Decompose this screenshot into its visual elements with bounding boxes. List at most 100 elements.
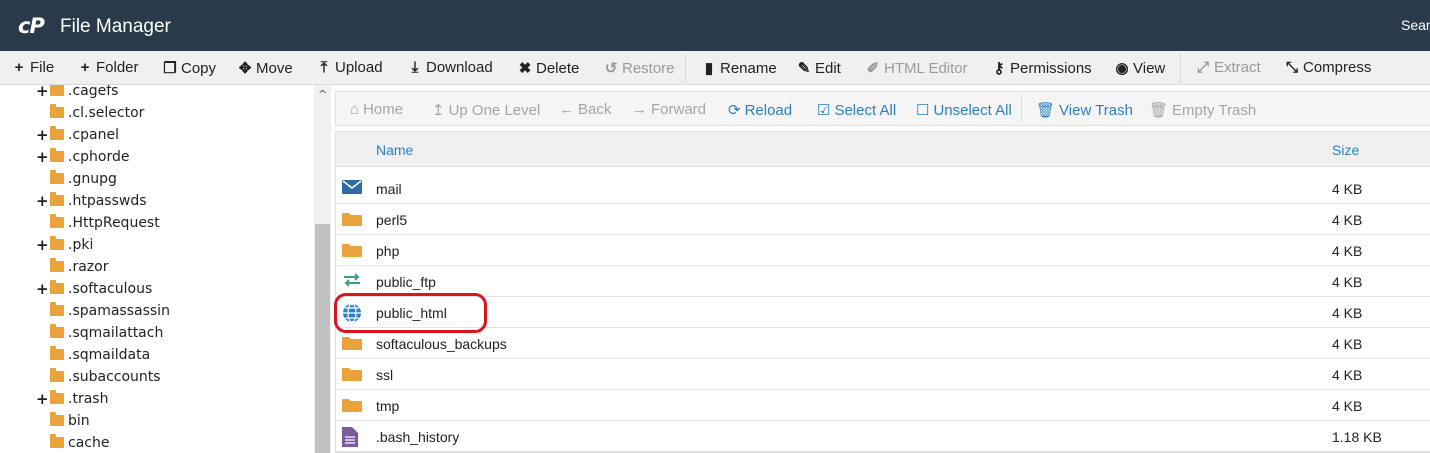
table-row[interactable]: .bash_history 1.18 KB	[336, 421, 1430, 452]
delete-label: Delete	[536, 59, 580, 77]
tree-item-label: bin	[68, 413, 90, 429]
size-column-header[interactable]: Size	[1332, 142, 1359, 158]
unselect-all-button[interactable]: ☐ Unselect All	[916, 101, 1012, 120]
home-label: Home	[363, 101, 404, 118]
tree-item-label: .spamassassin	[68, 303, 170, 319]
expand-plus-icon[interactable]: +	[36, 85, 49, 100]
tree-item-label: .razor	[68, 259, 109, 275]
back-button[interactable]: ← Back	[559, 101, 611, 118]
tree-scrollbar-thumb[interactable]	[315, 224, 330, 453]
file-size: 4 KB	[1332, 212, 1363, 228]
table-row[interactable]: ssl 4 KB	[336, 359, 1430, 390]
navbar-divider	[1021, 95, 1022, 123]
download-button[interactable]: ⤓ Download	[408, 59, 493, 76]
search-link[interactable]: Search	[1401, 17, 1430, 33]
permissions-button[interactable]: ⚷ Permissions	[992, 59, 1092, 78]
new-file-button[interactable]: + File	[12, 59, 55, 76]
expand-plus-icon[interactable]: +	[36, 126, 49, 144]
table-row[interactable]: softaculous_backups 4 KB	[336, 328, 1430, 359]
tree-item-label: .htpasswds	[68, 193, 147, 209]
cpanel-logo[interactable]: cP	[18, 14, 45, 38]
tree-item[interactable]: .spamassassin	[0, 300, 314, 322]
folder-icon	[50, 346, 64, 360]
view-button[interactable]: ◉ View	[1115, 59, 1165, 78]
tree-item[interactable]: + .softaculous	[0, 278, 314, 300]
expand-plus-icon[interactable]: +	[36, 148, 49, 166]
select-all-button[interactable]: ☑ Select All	[817, 101, 896, 120]
tree-item[interactable]: .sqmailattach	[0, 322, 314, 344]
move-icon: ✥	[238, 60, 252, 77]
tree-item[interactable]: .gnupg	[0, 168, 314, 190]
view-trash-button[interactable]: 🗑 View Trash	[1036, 101, 1133, 120]
tree-item-label: .cagefs	[68, 85, 119, 99]
upload-button[interactable]: ⤒ Upload	[317, 59, 383, 76]
table-row[interactable]: public_html 4 KB	[336, 297, 1430, 328]
up-one-level-label: Up One Level	[448, 101, 541, 119]
forward-button[interactable]: → Forward	[632, 101, 706, 118]
copy-icon: ❐	[163, 60, 177, 77]
table-row[interactable]: perl5 4 KB	[336, 204, 1430, 235]
trash-icon: 🗑	[1036, 102, 1056, 119]
eye-icon: ◉	[1115, 60, 1129, 77]
empty-trash-label: Empty Trash	[1172, 101, 1257, 119]
tree-item[interactable]: + .trash	[0, 388, 314, 410]
tree-item-label: .trash	[68, 391, 109, 407]
file-size: 4 KB	[1332, 367, 1363, 383]
name-column-header[interactable]: Name	[376, 142, 413, 158]
tree-item[interactable]: .subaccounts	[0, 366, 314, 388]
tree-item[interactable]: cache	[0, 432, 314, 453]
expand-plus-icon[interactable]: +	[36, 280, 49, 298]
expand-plus-icon[interactable]: +	[36, 192, 49, 210]
folder-icon	[342, 334, 362, 352]
tree-item[interactable]: + .cpanel	[0, 124, 314, 146]
folder-icon	[342, 365, 362, 383]
copy-button[interactable]: ❐ Copy	[163, 59, 216, 78]
up-one-level-button[interactable]: ↥ Up One Level	[432, 101, 541, 120]
table-row[interactable]: public_ftp 4 KB	[336, 266, 1430, 297]
page-title: File Manager	[60, 16, 171, 37]
new-folder-button[interactable]: + Folder	[78, 59, 139, 76]
extract-button[interactable]: ⤢ Extract	[1196, 59, 1261, 76]
tree-item[interactable]: .sqmaildata	[0, 344, 314, 366]
folder-icon	[50, 434, 64, 448]
compress-button[interactable]: ⤡ Compress	[1285, 59, 1371, 76]
table-row[interactable]: tmp 4 KB	[336, 390, 1430, 421]
scroll-up-icon[interactable]: ^	[318, 88, 327, 101]
tree-item[interactable]: .HttpRequest	[0, 212, 314, 234]
checkbox-empty-icon: ☐	[916, 102, 930, 119]
tree-item[interactable]: + .htpasswds	[0, 190, 314, 212]
home-button[interactable]: ⌂ Home	[350, 101, 403, 118]
permissions-label: Permissions	[1010, 59, 1092, 77]
download-icon: ⤓	[411, 59, 419, 76]
html-editor-button[interactable]: ✐ HTML Editor	[866, 59, 968, 78]
tree-item[interactable]: + .pki	[0, 234, 314, 256]
tree-item[interactable]: .razor	[0, 256, 314, 278]
tree-item[interactable]: + .cagefs	[0, 85, 314, 102]
tree-item[interactable]: .cl.selector	[0, 102, 314, 124]
file-name: softaculous_backups	[376, 336, 507, 352]
move-button[interactable]: ✥ Move	[238, 59, 293, 78]
edit-button[interactable]: ✎ Edit	[797, 59, 841, 78]
file-icon: ▮	[704, 60, 714, 77]
tree-item[interactable]: bin	[0, 410, 314, 432]
toolbar-divider	[685, 53, 686, 83]
folder-icon	[50, 170, 64, 184]
tree-item-label: .HttpRequest	[68, 215, 160, 231]
expand-plus-icon[interactable]: +	[36, 390, 49, 408]
rename-button[interactable]: ▮ Rename	[702, 59, 777, 78]
top-header: cP File Manager Search	[0, 0, 1430, 51]
empty-trash-button[interactable]: 🗑 Empty Trash	[1149, 101, 1257, 120]
compress-label: Compress	[1303, 59, 1372, 76]
tree-item[interactable]: + .cphorde	[0, 146, 314, 168]
upload-icon: ⤒	[320, 59, 328, 76]
expand-plus-icon[interactable]: +	[36, 236, 49, 254]
expand-icon: ⤢	[1196, 59, 1209, 76]
folder-icon	[342, 210, 362, 228]
reload-button[interactable]: ⟳ Reload	[728, 101, 792, 120]
pencil-icon: ✎	[797, 60, 811, 77]
table-row[interactable]: php 4 KB	[336, 235, 1430, 266]
table-row[interactable]: mail 4 KB	[336, 173, 1430, 204]
delete-button[interactable]: ✖ Delete	[518, 59, 580, 78]
restore-button[interactable]: ↺ Restore	[604, 59, 675, 78]
tree-item-label: .subaccounts	[68, 369, 161, 385]
